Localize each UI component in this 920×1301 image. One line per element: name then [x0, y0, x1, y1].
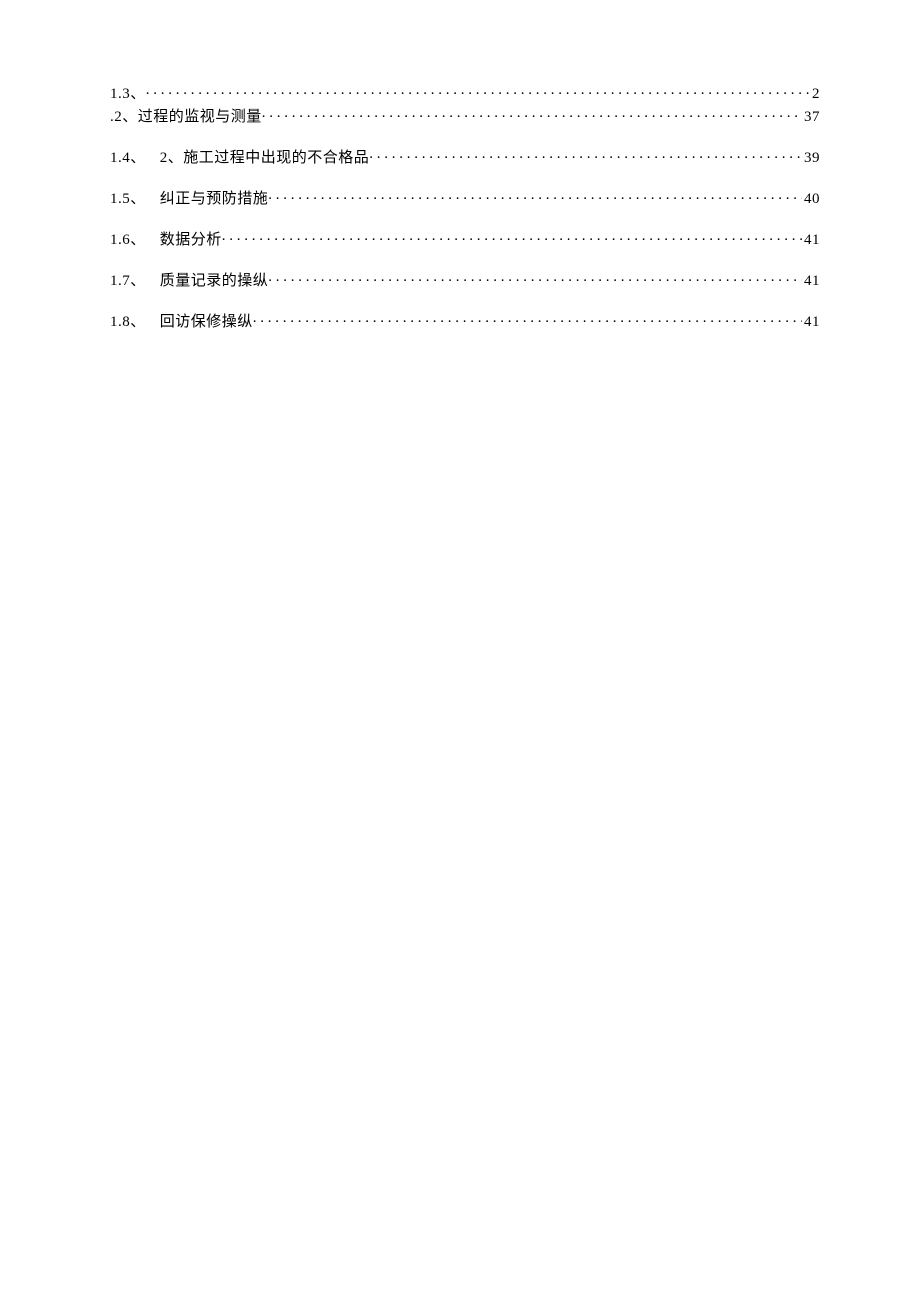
toc-entry: 1.6、数据分析 41: [110, 229, 820, 248]
toc-number: 1.7、: [110, 273, 146, 289]
toc-number: 1.6、: [110, 232, 146, 248]
toc-label: .2、过程的监视与测量: [110, 110, 262, 125]
toc-page: 41: [802, 274, 820, 289]
toc-entry: 1.4、 2、施工过程中出现的不合格品 39: [110, 147, 820, 166]
toc-title: 纠正与预防措施: [160, 191, 269, 207]
toc-label: 1.5、纠正与预防措施: [110, 192, 268, 207]
toc-label: 1.3、: [110, 87, 146, 102]
toc-page: 41: [802, 233, 820, 248]
toc-title: 回访保修操纵: [160, 314, 253, 330]
toc-title: 数据分析: [160, 232, 222, 248]
toc-label: 1.4、 2、施工过程中出现的不合格品: [110, 151, 369, 166]
toc-entry: .2、过程的监视与测量 37: [110, 106, 820, 125]
toc-entry: 1.5、纠正与预防措施 40: [110, 188, 820, 207]
toc-number: 1.5、: [110, 191, 146, 207]
toc-label: 1.8、回访保修操纵: [110, 315, 253, 330]
toc-leader: [253, 311, 802, 326]
toc-leader: [262, 106, 802, 121]
toc-entry: 1.3、 2: [110, 83, 820, 102]
toc-number: 1.8、: [110, 314, 146, 330]
toc-page: 39: [802, 151, 820, 166]
toc-label: 1.7、质量记录的操纵: [110, 274, 268, 289]
toc-label: 1.6、数据分析: [110, 233, 222, 248]
toc-entry: 1.7、质量记录的操纵 41: [110, 270, 820, 289]
toc-page: 2: [810, 87, 820, 102]
toc-leader: [268, 270, 802, 285]
toc-leader: [222, 229, 802, 244]
toc-page: 37: [802, 110, 820, 125]
toc-leader: [268, 188, 802, 203]
toc-leader: [369, 147, 802, 162]
toc-title: 质量记录的操纵: [160, 273, 269, 289]
toc-entry: 1.8、回访保修操纵 41: [110, 311, 820, 330]
toc-page: 40: [802, 192, 820, 207]
table-of-contents: 1.3、 2 .2、过程的监视与测量 37 1.4、 2、施工过程中出现的不合格品…: [110, 83, 820, 330]
toc-leader: [146, 83, 810, 98]
toc-page: 41: [802, 315, 820, 330]
toc-number: 1.4、: [110, 150, 146, 166]
toc-title: 2、施工过程中出现的不合格品: [160, 150, 370, 166]
